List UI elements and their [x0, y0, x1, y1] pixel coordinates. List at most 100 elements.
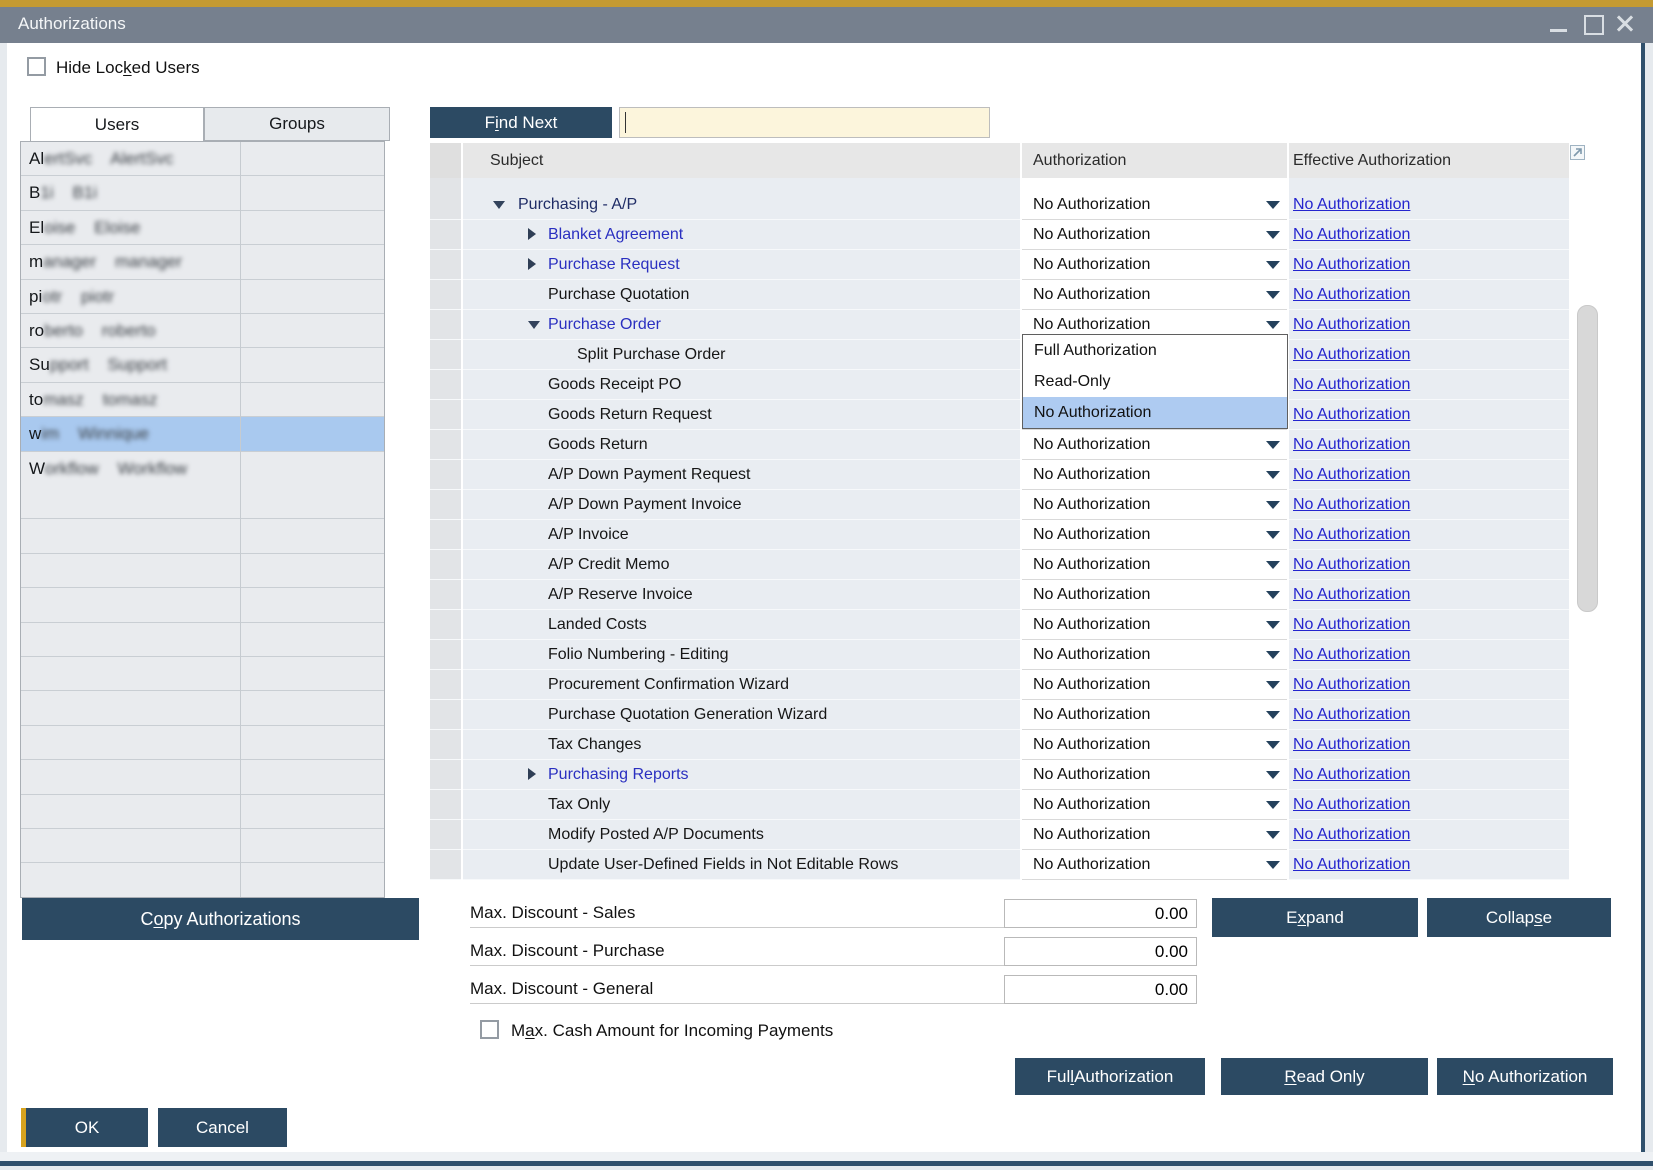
dropdown-arrow-icon[interactable] — [1266, 831, 1280, 839]
effective-authorization-link[interactable]: No Authorization — [1293, 346, 1410, 363]
dropdown-option-selected[interactable]: No Authorization — [1023, 397, 1287, 428]
column-header-subject[interactable]: Subject — [463, 143, 1020, 178]
subject-cell[interactable]: Goods Receipt PO — [463, 370, 1020, 400]
user-list-empty-row[interactable] — [21, 519, 384, 553]
effective-authorization-link[interactable]: No Authorization — [1293, 556, 1410, 573]
user-list-item[interactable]: piotr piotr — [21, 280, 384, 314]
authorization-cell[interactable]: No Authorization — [1022, 220, 1287, 250]
tree-collapsed-icon[interactable] — [528, 228, 536, 240]
row-header-cell[interactable] — [430, 700, 461, 730]
dropdown-arrow-icon[interactable] — [1266, 441, 1280, 449]
row-header-cell[interactable] — [430, 850, 461, 880]
dropdown-arrow-icon[interactable] — [1266, 261, 1280, 269]
row-header-cell[interactable] — [430, 550, 461, 580]
row-header-cell[interactable] — [430, 490, 461, 520]
effective-authorization-link[interactable]: No Authorization — [1293, 616, 1410, 633]
row-header-cell[interactable] — [430, 670, 461, 700]
maximize-icon[interactable] — [1578, 7, 1608, 43]
full-authorization-button[interactable]: Full Authorization — [1015, 1058, 1205, 1095]
subject-cell[interactable]: Split Purchase Order — [463, 340, 1020, 370]
discount-input[interactable] — [1004, 975, 1197, 1004]
user-list-item[interactable]: wim Winnique — [21, 417, 384, 451]
user-list-empty-row[interactable] — [21, 485, 384, 519]
user-list-item[interactable]: AlertSvc AlertSvc — [21, 142, 384, 176]
subject-cell[interactable]: Purchasing Reports — [463, 760, 1020, 790]
effective-authorization-link[interactable]: No Authorization — [1293, 406, 1410, 423]
authorization-cell[interactable]: No Authorization — [1022, 190, 1287, 220]
column-header-authorization[interactable]: Authorization — [1022, 143, 1287, 178]
authorization-cell[interactable]: No Authorization — [1022, 610, 1287, 640]
effective-authorization-link[interactable]: No Authorization — [1293, 706, 1410, 723]
search-input[interactable] — [619, 107, 990, 138]
row-header-cell[interactable] — [430, 790, 461, 820]
dropdown-arrow-icon[interactable] — [1266, 591, 1280, 599]
authorization-cell[interactable]: No Authorization — [1022, 670, 1287, 700]
row-header-cell[interactable] — [430, 760, 461, 790]
discount-input[interactable] — [1004, 937, 1197, 966]
max-cash-checkbox[interactable] — [480, 1020, 499, 1039]
subject-cell[interactable]: Landed Costs — [463, 610, 1020, 640]
row-header-cell[interactable] — [430, 730, 461, 760]
subject-cell[interactable]: Purchase Request — [463, 250, 1020, 280]
user-list-item[interactable]: manager manager — [21, 245, 384, 279]
effective-authorization-link[interactable]: No Authorization — [1293, 226, 1410, 243]
copy-authorizations-button[interactable]: Copy Authorizations — [22, 898, 419, 940]
row-header-cell[interactable] — [430, 280, 461, 310]
user-list-item[interactable]: roberto roberto — [21, 314, 384, 348]
authorization-cell[interactable]: No Authorization — [1022, 280, 1287, 310]
tab-groups[interactable]: Groups — [204, 107, 390, 141]
expand-button[interactable]: Expand — [1212, 898, 1418, 937]
effective-authorization-link[interactable]: No Authorization — [1293, 496, 1410, 513]
subject-cell[interactable]: A/P Invoice — [463, 520, 1020, 550]
effective-authorization-link[interactable]: No Authorization — [1293, 466, 1410, 483]
subject-cell[interactable]: Tax Changes — [463, 730, 1020, 760]
dropdown-option[interactable]: Full Authorization — [1023, 335, 1287, 366]
dropdown-arrow-icon[interactable] — [1266, 201, 1280, 209]
dropdown-arrow-icon[interactable] — [1266, 621, 1280, 629]
cancel-button[interactable]: Cancel — [158, 1108, 287, 1147]
vertical-scrollbar-thumb[interactable] — [1577, 305, 1598, 612]
subject-cell[interactable]: Update User-Defined Fields in Not Editab… — [463, 850, 1020, 880]
user-list-empty-row[interactable] — [21, 795, 384, 829]
dropdown-arrow-icon[interactable] — [1266, 291, 1280, 299]
user-list-item[interactable]: B1i B1i — [21, 176, 384, 210]
subject-cell[interactable]: Modify Posted A/P Documents — [463, 820, 1020, 850]
subject-cell[interactable]: Purchasing - A/P — [463, 190, 1020, 220]
column-header-effective[interactable]: Effective Authorization — [1289, 143, 1569, 178]
find-next-button[interactable]: Find Next — [430, 107, 612, 138]
row-header-cell[interactable] — [430, 340, 461, 370]
row-header-cell[interactable] — [430, 460, 461, 490]
dropdown-option[interactable]: Read-Only — [1023, 366, 1287, 397]
subject-cell[interactable]: A/P Reserve Invoice — [463, 580, 1020, 610]
minimize-icon[interactable] — [1544, 7, 1574, 43]
table-popout-icon[interactable] — [1570, 145, 1585, 160]
dropdown-arrow-icon[interactable] — [1266, 741, 1280, 749]
dropdown-arrow-icon[interactable] — [1266, 801, 1280, 809]
user-list-item[interactable]: Eloise Eloise — [21, 211, 384, 245]
effective-authorization-link[interactable]: No Authorization — [1293, 376, 1410, 393]
dropdown-arrow-icon[interactable] — [1266, 471, 1280, 479]
row-header-cell[interactable] — [430, 580, 461, 610]
ok-button[interactable]: OK — [21, 1108, 148, 1147]
user-list-empty-row[interactable] — [21, 863, 384, 897]
subject-cell[interactable]: Blanket Agreement — [463, 220, 1020, 250]
user-list-empty-row[interactable] — [21, 726, 384, 760]
no-authorization-button[interactable]: No Authorization — [1437, 1058, 1613, 1095]
tree-expanded-icon[interactable] — [493, 201, 505, 209]
effective-authorization-link[interactable]: No Authorization — [1293, 736, 1410, 753]
row-header-cell[interactable] — [430, 220, 461, 250]
row-header-cell[interactable] — [430, 820, 461, 850]
effective-authorization-link[interactable]: No Authorization — [1293, 286, 1410, 303]
effective-authorization-link[interactable]: No Authorization — [1293, 196, 1410, 213]
dropdown-arrow-icon[interactable] — [1266, 651, 1280, 659]
subject-cell[interactable]: Folio Numbering - Editing — [463, 640, 1020, 670]
subject-cell[interactable]: Tax Only — [463, 790, 1020, 820]
authorization-cell[interactable]: No Authorization — [1022, 730, 1287, 760]
tree-collapsed-icon[interactable] — [528, 258, 536, 270]
tree-expanded-icon[interactable] — [528, 321, 540, 329]
authorization-cell[interactable]: No Authorization — [1022, 790, 1287, 820]
user-list-empty-row[interactable] — [21, 623, 384, 657]
authorization-cell[interactable]: No Authorization — [1022, 490, 1287, 520]
user-list-empty-row[interactable] — [21, 554, 384, 588]
authorization-cell[interactable]: No Authorization — [1022, 430, 1287, 460]
